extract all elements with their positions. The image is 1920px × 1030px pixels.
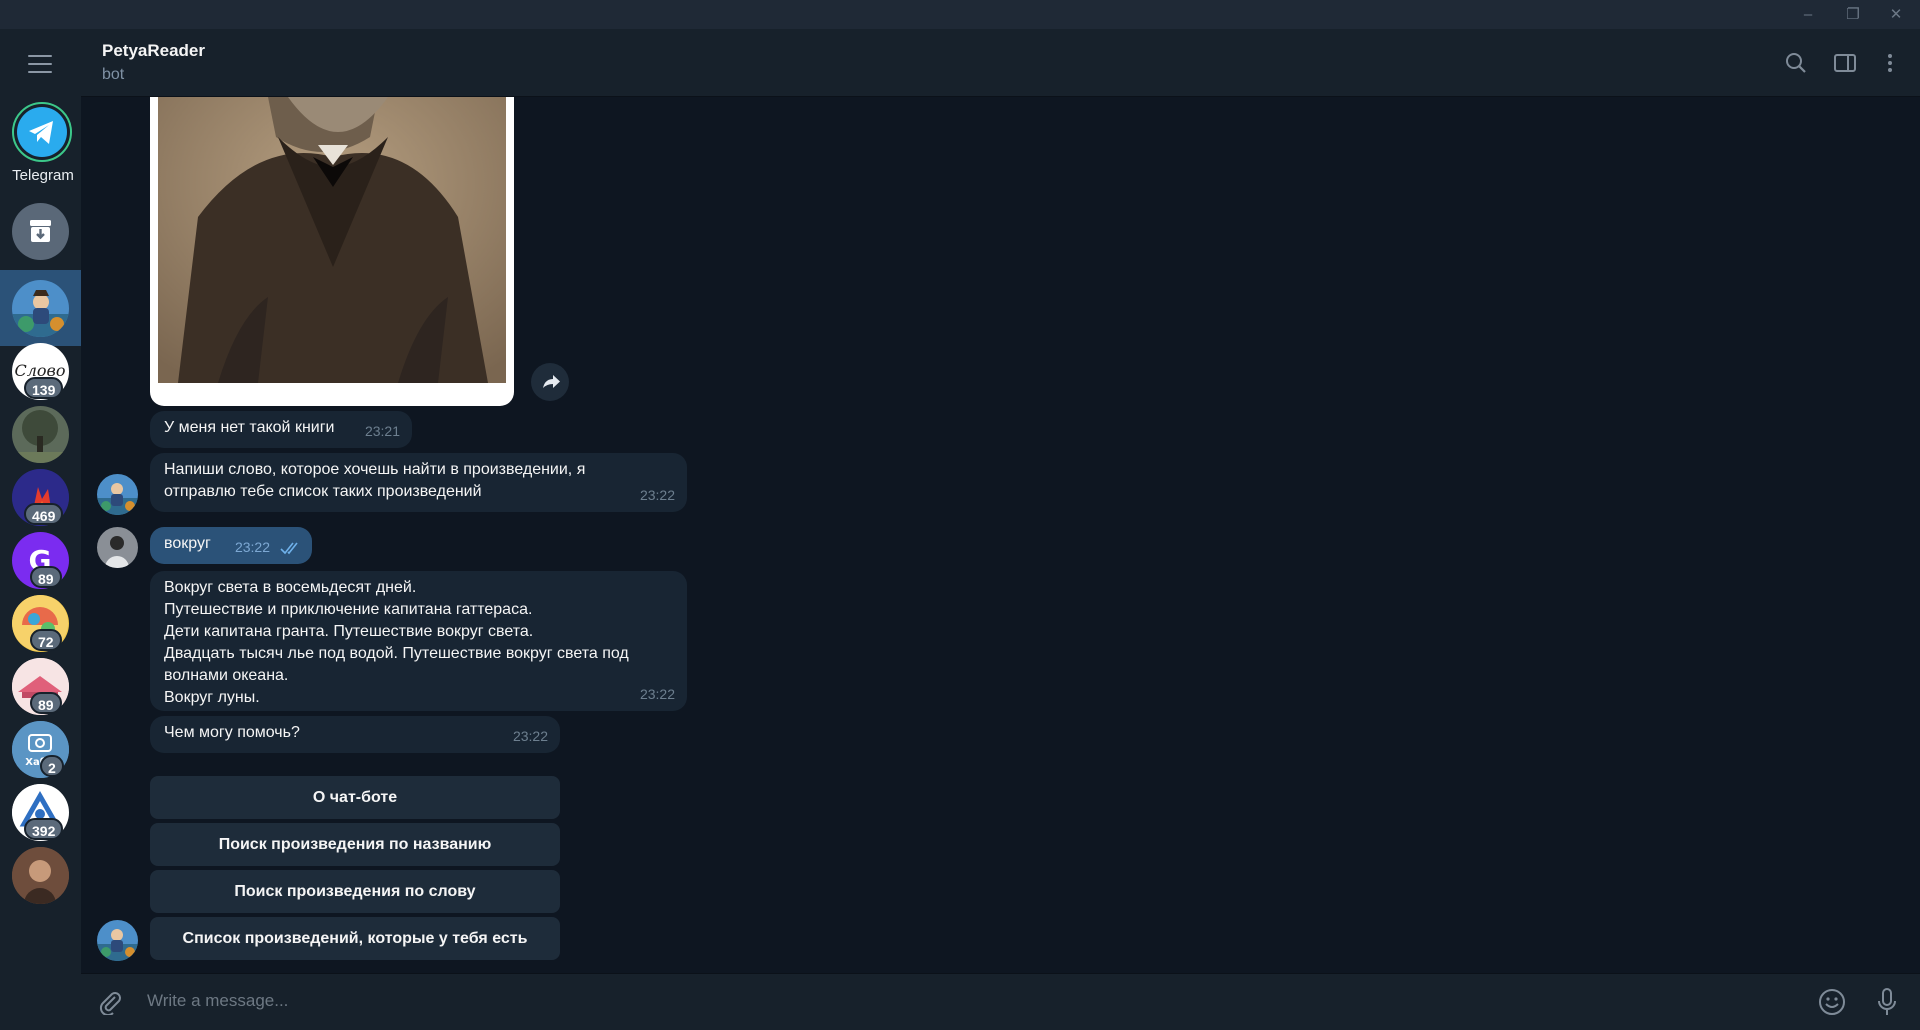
bot-avatar[interactable] — [97, 920, 138, 961]
photo-message[interactable] — [150, 97, 514, 406]
message-line: волнами океана. — [164, 667, 289, 684]
close-button[interactable]: ✕ — [1876, 4, 1916, 26]
forward-button[interactable] — [531, 363, 569, 401]
attach-icon[interactable] — [97, 989, 123, 1017]
bot-avatar[interactable] — [97, 474, 138, 515]
message-line: Двадцать тысяч лье под водой. Путешестви… — [164, 645, 629, 662]
sidebar-toggle-icon[interactable] — [1833, 51, 1857, 75]
window-titlebar: – ❐ ✕ — [0, 0, 1920, 29]
chat-subtitle: bot — [102, 66, 125, 83]
keyboard-button-list[interactable]: Список произведений, которые у тебя есть — [150, 917, 560, 960]
unread-badge: 72 — [30, 629, 62, 651]
chat-title[interactable]: PetyaReader — [102, 41, 205, 61]
message-composer: Write a message... — [81, 973, 1920, 1030]
message-time: 23:22 — [234, 539, 270, 555]
restore-button[interactable]: ❐ — [1833, 4, 1873, 26]
unread-badge: 89 — [30, 566, 62, 588]
message-text: вокруг — [164, 535, 211, 552]
message-list[interactable]: У меня нет такой книги 23:21 Напиши слов… — [81, 97, 1920, 973]
double-check-icon — [280, 542, 298, 555]
message-line: Вокруг света в восемьдесят дней. — [164, 579, 417, 596]
user-avatar[interactable] — [97, 527, 138, 568]
message-time: 23:22 — [639, 487, 675, 503]
message-text: Чем могу помочь? — [164, 724, 300, 741]
unread-badge: 392 — [24, 818, 64, 840]
portrait-photo — [158, 97, 506, 383]
message-input[interactable]: Write a message... — [147, 991, 288, 1011]
message-time: 23:22 — [639, 686, 675, 702]
microphone-icon[interactable] — [1875, 987, 1899, 1017]
incoming-message[interactable]: У меня нет такой книги 23:21 — [150, 411, 412, 448]
unread-badge: 2 — [40, 755, 64, 777]
search-icon[interactable] — [1784, 51, 1808, 75]
message-time: 23:21 — [364, 423, 400, 439]
menu-icon[interactable] — [28, 55, 52, 73]
message-text: У меня нет такой книги — [164, 419, 335, 436]
message-line: Напиши слово, которое хочешь найти в про… — [164, 461, 586, 478]
minimize-button[interactable]: – — [1788, 4, 1828, 26]
message-line: Дети капитана гранта. Путешествие вокруг… — [164, 623, 534, 640]
folder-label: Telegram — [12, 167, 74, 184]
chat-avatar-portrait[interactable] — [12, 847, 69, 904]
incoming-message[interactable]: Вокруг света в восемьдесят дней. Путешес… — [150, 571, 687, 711]
incoming-message[interactable]: Чем могу помочь? 23:22 — [150, 716, 560, 753]
chat-avatar-forest[interactable] — [12, 406, 69, 463]
unread-badge: 89 — [30, 692, 62, 714]
unread-badge: 469 — [24, 503, 64, 525]
emoji-icon[interactable] — [1818, 988, 1846, 1016]
keyboard-button-search-word[interactable]: Поиск произведения по слову — [150, 870, 560, 913]
unread-badge: 139 — [24, 377, 64, 399]
chat-avatar-petyareader[interactable] — [12, 280, 69, 337]
forward-icon — [543, 375, 560, 388]
telegram-logo-icon — [12, 102, 72, 162]
outgoing-message[interactable]: вокруг 23:22 — [150, 527, 312, 564]
message-line: Вокруг луны. — [164, 689, 260, 706]
message-line: Путешествие и приключение капитана гатте… — [164, 601, 533, 618]
more-vertical-icon[interactable] — [1878, 51, 1902, 75]
archive-icon[interactable] — [12, 203, 69, 260]
folders-sidebar: Telegram Слово 139 469 G 89 72 89 Хаб 2 … — [0, 29, 81, 1030]
message-time: 23:22 — [512, 728, 548, 744]
incoming-message[interactable]: Напиши слово, которое хочешь найти в про… — [150, 453, 687, 512]
keyboard-button-about[interactable]: О чат-боте — [150, 776, 560, 819]
message-line: отправлю тебе список таких произведений — [164, 483, 482, 500]
chat-header: PetyaReader bot — [81, 29, 1920, 97]
keyboard-button-search-title[interactable]: Поиск произведения по названию — [150, 823, 560, 866]
